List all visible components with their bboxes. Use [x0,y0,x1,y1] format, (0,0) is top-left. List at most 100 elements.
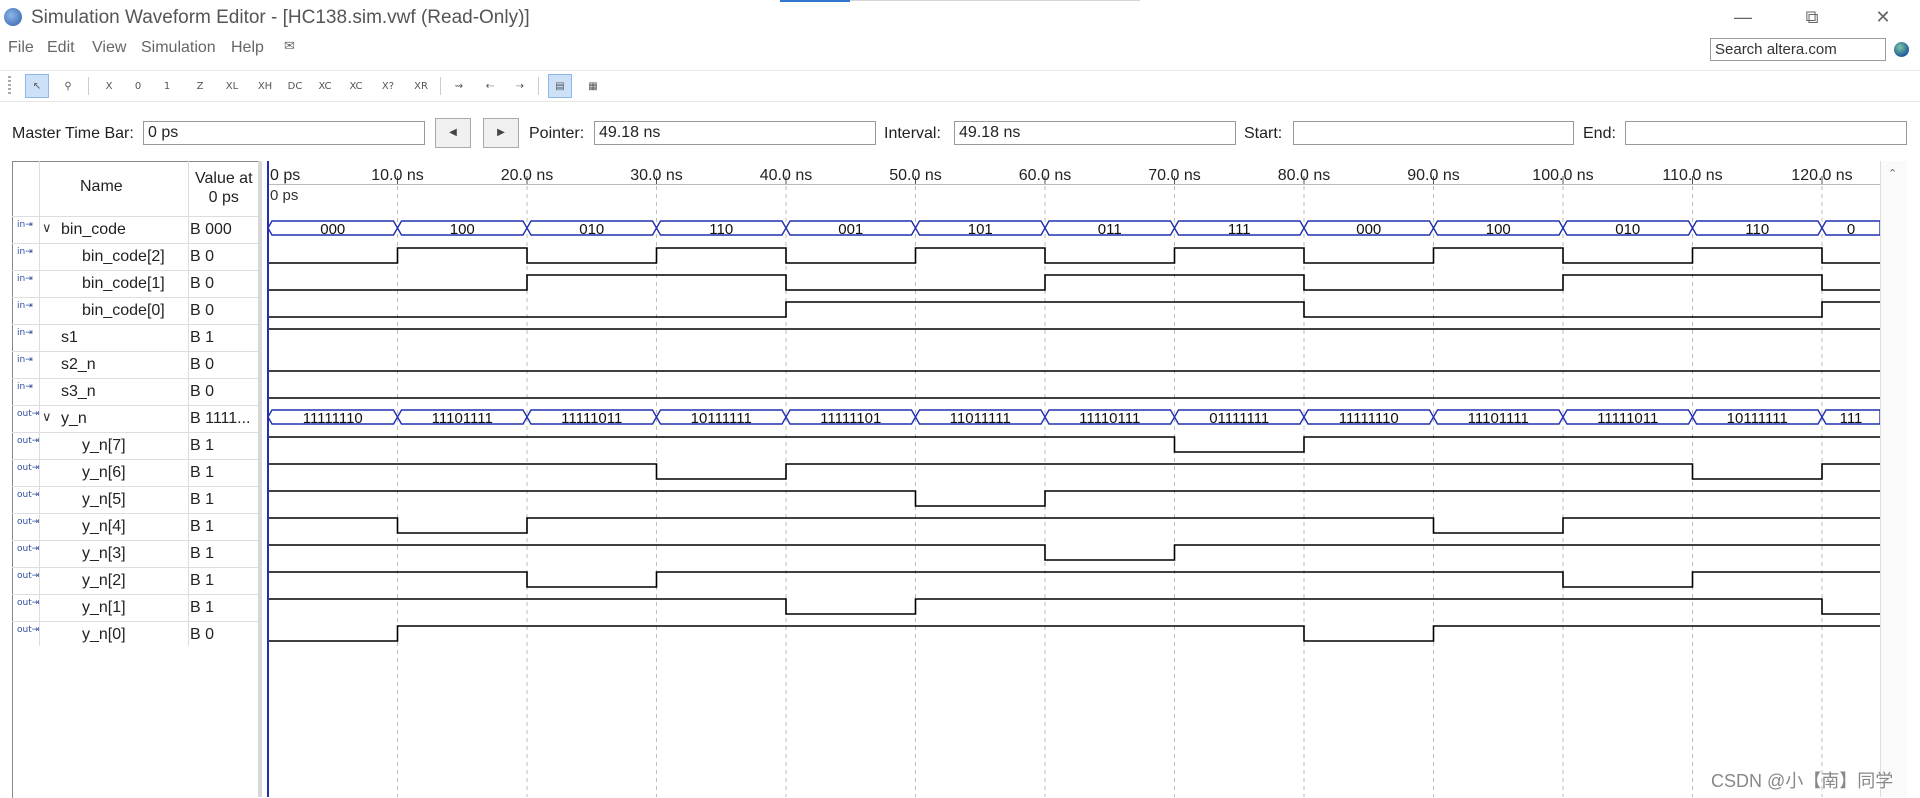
output-pin-icon: out⇥ [17,625,40,635]
signal-row[interactable]: out⇥ y_n[5] B 1 [12,486,260,514]
output-pin-icon: out⇥ [17,544,40,554]
signal-row[interactable]: in⇥ bin_code[1] B 0 [12,270,260,298]
feedback-icon[interactable]: ✉ [284,38,298,53]
next-transition-icon[interactable]: ⇢ [508,74,532,98]
bus-value-label: 11011111 [950,410,1011,427]
selection-tool-icon[interactable]: ↖ [25,74,49,98]
signal-row[interactable]: in⇥ s2_n B 0 [12,351,260,379]
toolbar-separator [538,77,539,95]
bus-segment [1821,220,1881,236]
signal-row[interactable]: in⇥ s3_n B 0 [12,378,260,406]
signal-row[interactable]: in⇥ bin_code[0] B 0 [12,297,260,325]
arbitrary-value-icon[interactable]: XR [409,74,433,98]
signal-name: bin_code[1] [82,275,165,292]
toolbar: ↖ ⚲ X 0 1 Z XL XH DC XC XC X? XR ⇝ ⇠ ⇢ ▤… [0,70,1920,102]
next-transition-button[interactable]: ▶ [483,118,519,148]
previous-transition-icon[interactable]: ⇠ [478,74,502,98]
title-divider-line [850,0,1140,1]
search-input[interactable] [1710,38,1886,61]
dont-care-icon[interactable]: DC [283,74,307,98]
signal-row[interactable]: out⇥ ∨ y_n B 1111... [12,405,260,433]
force-low-icon[interactable]: 0 [126,74,150,98]
bus-segment [526,409,658,425]
menu-view[interactable]: View [92,39,126,57]
bit-waveform [268,625,1880,642]
restore-button[interactable]: ⧉ [1789,4,1835,30]
waveform-canvas[interactable]: 0 ps 10.0 ns 20.0 ns 30.0 ns 40.0 ns 50.0 ns 6… [0,0,1920,797]
ruler-separator [269,184,1880,185]
bit-waveform [268,490,1880,507]
panel-splitter[interactable] [258,161,262,797]
value-header-line: 0 ps [208,189,239,206]
weak-high-icon[interactable]: XH [253,74,277,98]
signal-row[interactable]: out⇥ y_n[3] B 1 [12,540,260,568]
output-pin-icon: out⇥ [17,490,40,500]
bus-value-label: 110 [709,221,733,238]
input-pin-icon: in⇥ [17,328,33,338]
signal-row[interactable]: out⇥ y_n[1] B 1 [12,594,260,622]
signal-row[interactable]: out⇥ y_n[6] B 1 [12,459,260,487]
bus-value-label: 111 [1840,410,1863,427]
scroll-up-icon[interactable]: ⌃ [1888,167,1897,180]
menu-simulation[interactable]: Simulation [141,39,216,57]
signal-name: s3_n [61,383,96,400]
expand-chevron-icon[interactable]: ∨ [42,220,52,236]
signal-value: B 1 [190,491,215,508]
bus-segment [396,409,528,425]
previous-transition-button[interactable]: ◀ [435,118,471,148]
random-value-icon[interactable]: ⇝ [447,74,471,98]
menu-help[interactable]: Help [231,39,264,57]
signal-name: s1 [61,329,78,346]
time-ruler[interactable] [269,161,1880,184]
clock-icon[interactable]: X? [376,74,400,98]
minimize-button[interactable]: — [1720,4,1766,30]
signal-row[interactable]: in⇥ s1 B 1 [12,324,260,352]
bus-segment [526,220,658,236]
input-pin-icon: in⇥ [17,301,33,311]
signal-name: bin_code[0] [82,302,165,319]
name-column-header[interactable]: Name [80,178,123,196]
end-field [1625,121,1907,145]
weak-low-icon[interactable]: XL [220,74,244,98]
signal-name: y_n[2] [82,572,126,589]
signal-name: y_n[0] [82,626,126,643]
globe-icon[interactable] [1894,42,1909,57]
grid-icon[interactable]: ▦ [581,74,605,98]
invert-icon[interactable]: XC [313,74,337,98]
signal-row[interactable]: out⇥ y_n[2] B 1 [12,567,260,595]
close-button[interactable]: ✕ [1860,4,1906,30]
bus-value-label: 11101111 [432,410,493,427]
signal-row[interactable]: in⇥ ∨ bin_code B 000 [12,216,260,244]
time-cursor[interactable] [267,161,269,797]
master-time-bar-field[interactable]: 0 ps [143,121,425,145]
bus-segment [267,220,399,236]
menu-edit[interactable]: Edit [47,39,75,57]
signal-rows: in⇥ ∨ bin_code B 000 in⇥ bin_code[2] B 0 in⇥ bin… [0,0,260,643]
signal-row[interactable]: out⇥ y_n[0] B 0 [12,621,260,649]
count-value-icon[interactable]: XC [344,74,368,98]
bit-waveform [268,247,1880,264]
menu-bar: File Edit View Simulation Help ✉ [0,34,1920,64]
menu-file[interactable]: File [8,39,34,57]
bit-waveform [268,571,1880,588]
bus-value-label: 11111011 [561,410,622,427]
output-pin-icon: out⇥ [17,436,40,446]
expand-chevron-icon[interactable]: ∨ [42,409,52,425]
bus-value-label: 11111101 [820,410,881,427]
input-pin-icon: in⇥ [17,220,33,230]
signal-row[interactable]: out⇥ y_n[4] B 1 [12,513,260,541]
signal-row[interactable]: in⇥ bin_code[2] B 0 [12,243,260,271]
unknown-value-icon[interactable]: X [97,74,121,98]
zoom-tool-icon[interactable]: ⚲ [56,74,80,98]
high-impedance-icon[interactable]: Z [188,74,212,98]
vertical-scrollbar[interactable]: ⌃ [1880,161,1907,797]
signal-value: B 1 [190,545,215,562]
signal-row[interactable]: out⇥ y_n[7] B 1 [12,432,260,460]
value-column-header[interactable]: Value at 0 ps [195,169,253,207]
force-high-icon[interactable]: 1 [155,74,179,98]
snap-to-grid-icon[interactable]: ▤ [548,74,572,98]
toolbar-grip[interactable] [8,76,11,96]
signal-value: B 0 [190,626,215,643]
signal-value: B 1 [190,464,215,481]
bus-value-label: 11101111 [1468,410,1529,427]
